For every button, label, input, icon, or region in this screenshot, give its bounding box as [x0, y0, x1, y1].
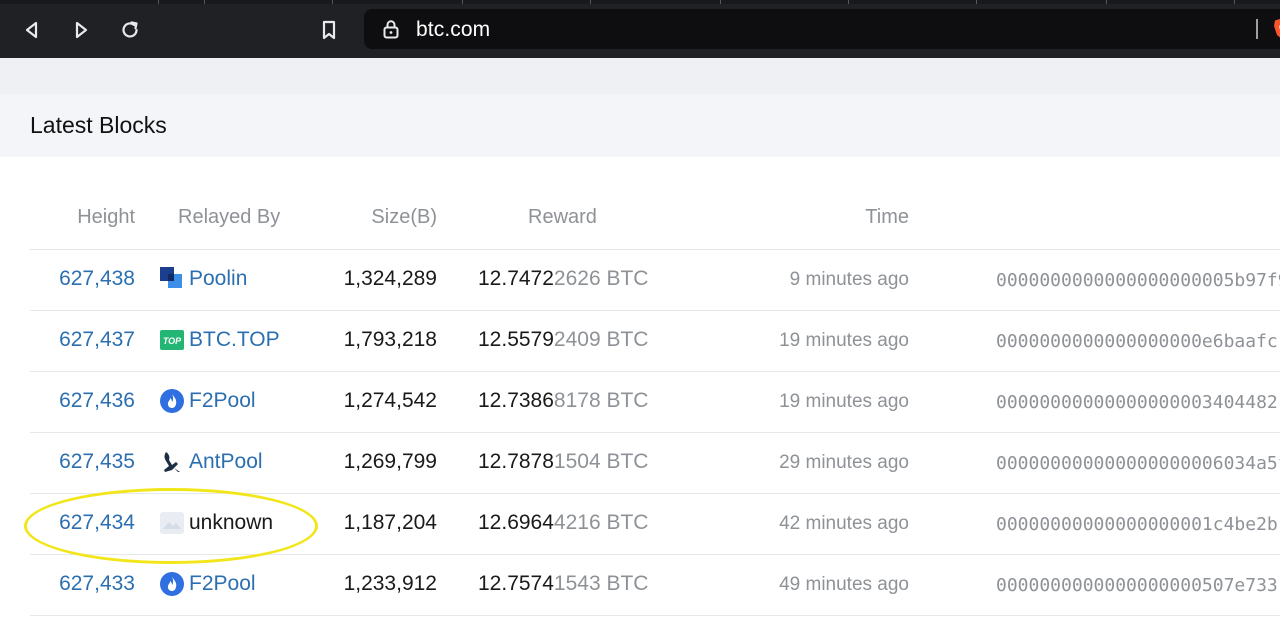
block-time: 42 minutes ago	[779, 513, 909, 534]
block-reward: 12.78781504 BTC	[478, 450, 648, 474]
block-hash-link[interactable]: 00000000000000000003404482	[996, 392, 1278, 413]
pool-link[interactable]: TOP BTC.TOP	[160, 328, 280, 352]
address-bar-divider	[1256, 19, 1258, 39]
block-hash-link[interactable]: 00000000000000000001c4be2b	[996, 514, 1278, 535]
reward-value: 12.7386	[478, 389, 554, 412]
forward-button[interactable]	[63, 12, 99, 48]
column-header-height[interactable]: Height	[77, 206, 135, 229]
blocks-table: Height Relayed By Size(B) Reward Time 62…	[0, 157, 1280, 632]
block-height-link[interactable]: 627,434	[59, 511, 135, 535]
reward-remainder: 8178 BTC	[553, 389, 649, 412]
lock-icon	[383, 20, 399, 39]
block-height-link[interactable]: 627,438	[59, 267, 135, 291]
page-top-band	[0, 58, 1280, 94]
pool-name: F2Pool	[189, 572, 256, 595]
block-hash-link[interactable]: 0000000000000000000e6baafc	[996, 331, 1278, 352]
pool-link[interactable]: Poolin	[160, 267, 247, 291]
table-row: 627,436 F2Pool 1,274,542 12.73868178 BTC…	[0, 372, 1280, 433]
block-time: 29 minutes ago	[779, 452, 909, 473]
back-button[interactable]	[14, 12, 50, 48]
section-title: Latest Blocks	[30, 112, 167, 138]
pool-link[interactable]: unknown	[160, 511, 273, 535]
block-reward: 12.74722626 BTC	[478, 267, 648, 291]
block-size: 1,274,542	[343, 389, 437, 412]
block-time: 19 minutes ago	[779, 391, 909, 412]
latest-blocks-header: Latest Blocks	[0, 94, 1280, 157]
reward-value: 12.7878	[478, 450, 554, 473]
block-time: 19 minutes ago	[779, 330, 909, 351]
block-reward: 12.75741543 BTC	[478, 572, 648, 596]
block-size: 1,324,289	[343, 267, 437, 290]
btctop-logo-icon: TOP	[160, 328, 184, 352]
reward-value: 12.6964	[478, 511, 554, 534]
block-height-link[interactable]: 627,433	[59, 572, 135, 596]
bookmark-icon	[322, 20, 336, 40]
pool-link[interactable]: F2Pool	[160, 572, 256, 596]
url-text[interactable]: btc.com	[416, 18, 490, 42]
pool-name: F2Pool	[189, 389, 256, 412]
reward-remainder: 1543 BTC	[553, 572, 649, 595]
reward-remainder: 2409 BTC	[553, 328, 649, 351]
tab-strip	[0, 0, 1280, 4]
f2pool-logo-icon	[160, 389, 184, 413]
reload-button[interactable]	[112, 12, 148, 48]
unknown-pool-icon	[160, 511, 184, 535]
table-row: 627,438 Poolin 1,324,289 12.74722626 BTC…	[0, 250, 1280, 311]
pool-name: AntPool	[189, 450, 263, 473]
pool-name: unknown	[189, 511, 274, 534]
back-icon	[25, 21, 38, 39]
poolin-logo-icon	[160, 267, 184, 291]
table-row: 627,437 TOP BTC.TOP 1,793,218 12.5579240…	[0, 311, 1280, 372]
block-time: 49 minutes ago	[779, 574, 909, 595]
block-size: 1,187,204	[343, 511, 437, 534]
block-hash-link[interactable]: 0000000000000000000005b97f99	[996, 270, 1280, 291]
table-row: 627,434 unknown 1,187,204 12.69644216 BT…	[0, 494, 1280, 555]
pool-link[interactable]: AntPool	[160, 450, 263, 474]
block-reward: 12.73868178 BTC	[478, 389, 648, 413]
block-height-link[interactable]: 627,436	[59, 389, 135, 413]
pool-name: BTC.TOP	[189, 328, 280, 351]
column-header-relayed-by[interactable]: Relayed By	[178, 206, 280, 229]
row-divider	[30, 615, 1280, 616]
block-size: 1,269,799	[343, 450, 437, 473]
pool-name: Poolin	[189, 267, 248, 290]
block-size: 1,233,912	[343, 572, 437, 595]
reload-icon	[122, 21, 138, 38]
block-size: 1,793,218	[343, 328, 437, 351]
table-row: 627,433 F2Pool 1,233,912 12.75741543 BTC…	[0, 555, 1280, 616]
reward-value: 12.5579	[478, 328, 554, 351]
block-hash-link[interactable]: 000000000000000000006034a5f	[996, 453, 1280, 474]
column-header-reward[interactable]: Reward	[528, 206, 597, 229]
block-height-link[interactable]: 627,435	[59, 450, 135, 474]
reward-remainder: 2626 BTC	[553, 267, 649, 290]
bookmark-button[interactable]	[311, 12, 347, 48]
table-row: 627,435 AntPool 1,269,799 12.78781504 BT…	[0, 433, 1280, 494]
antpool-logo-icon	[160, 450, 184, 474]
browser-toolbar: btc.com	[0, 0, 1280, 58]
svg-text:TOP: TOP	[163, 336, 182, 346]
block-reward: 12.55792409 BTC	[478, 328, 648, 352]
reward-remainder: 4216 BTC	[553, 511, 649, 534]
reward-remainder: 1504 BTC	[553, 450, 649, 473]
column-header-size[interactable]: Size(B)	[371, 206, 437, 229]
block-time: 9 minutes ago	[789, 269, 909, 290]
block-hash-link[interactable]: 0000000000000000000507e733	[996, 575, 1278, 596]
block-height-link[interactable]: 627,437	[59, 328, 135, 352]
reward-value: 12.7574	[478, 572, 554, 595]
column-header-time[interactable]: Time	[865, 206, 909, 229]
forward-icon	[75, 21, 88, 39]
reward-value: 12.7472	[478, 267, 554, 290]
brave-shield-icon[interactable]	[1272, 17, 1280, 41]
block-reward: 12.69644216 BTC	[478, 511, 648, 535]
pool-link[interactable]: F2Pool	[160, 389, 256, 413]
f2pool-logo-icon	[160, 572, 184, 596]
address-bar[interactable]: btc.com	[364, 9, 1280, 49]
